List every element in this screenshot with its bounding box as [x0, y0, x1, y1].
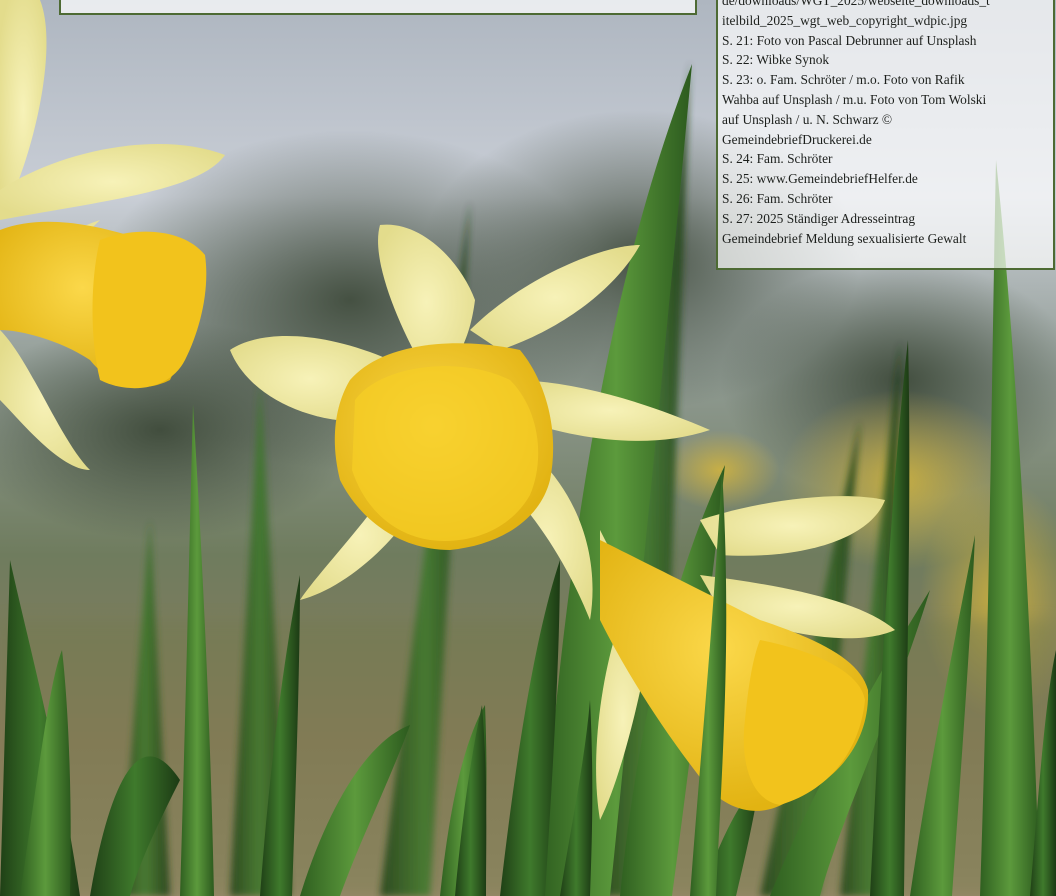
- credit-line: de/downloads/WGT_2025/webseite_downloads…: [722, 0, 990, 8]
- credit-line: Wahba auf Unsplash / m.u. Foto von Tom W…: [722, 91, 987, 107]
- credit-line: Gemeindebrief Meldung sexualisierte Gewa…: [722, 230, 967, 246]
- credit-line: S. 27: 2025 Ständiger Adresseintrag: [722, 210, 916, 226]
- credit-line: S. 26: Fam. Schröter: [722, 190, 833, 206]
- credit-line: S. 21: Foto von Pascal Debrunner auf Uns…: [722, 32, 977, 48]
- caption-frame-top: [59, 0, 697, 15]
- credit-line: S. 23: o. Fam. Schröter / m.o. Foto von …: [722, 72, 965, 88]
- credit-line: itelbild_2025_wgt_web_copyright_wdpic.jp…: [722, 12, 968, 28]
- credit-line: S. 22: Wibke Synok: [722, 52, 830, 68]
- credit-line: S. 25: www.GemeindebriefHelfer.de: [722, 171, 918, 187]
- image-credits-box: de/downloads/WGT_2025/webseite_downloads…: [716, 0, 1055, 270]
- credit-line: GemeindebriefDruckerei.de: [722, 131, 872, 147]
- credit-line: auf Unsplash / u. N. Schwarz ©: [722, 111, 893, 127]
- credit-line: S. 24: Fam. Schröter: [722, 151, 833, 167]
